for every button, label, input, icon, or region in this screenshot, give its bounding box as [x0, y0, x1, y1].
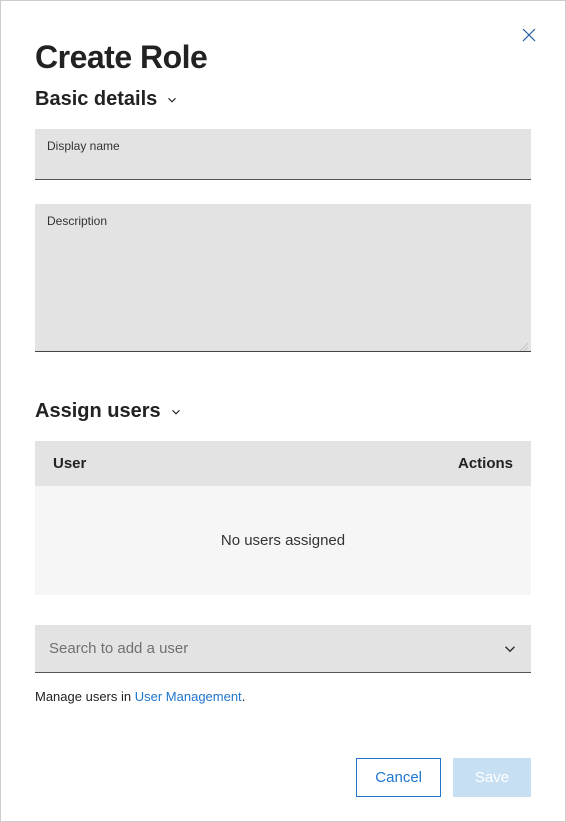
close-icon: [520, 26, 538, 44]
manage-suffix: .: [242, 689, 246, 704]
dialog-title: Create Role: [35, 39, 531, 76]
display-name-input[interactable]: [47, 153, 519, 169]
col-actions: Actions: [458, 455, 513, 472]
manage-prefix: Manage users in: [35, 689, 135, 704]
user-management-link[interactable]: User Management: [135, 689, 242, 704]
assign-users-toggle[interactable]: Assign users: [35, 400, 531, 423]
chevron-down-icon: [169, 405, 183, 419]
basic-details-heading: Basic details: [35, 88, 157, 111]
chevron-down-icon: [501, 640, 519, 658]
user-search-input[interactable]: [47, 639, 501, 658]
display-name-label: Display name: [47, 139, 519, 153]
user-search-row[interactable]: [35, 625, 531, 673]
resize-grip-icon[interactable]: [518, 338, 528, 348]
assign-users-section: Assign users User Actions No users assig…: [35, 396, 531, 704]
users-table-header: User Actions: [35, 441, 531, 486]
description-label: Description: [47, 214, 519, 228]
create-role-dialog: Create Role Basic details Display name D…: [0, 0, 566, 822]
cancel-button[interactable]: Cancel: [356, 758, 441, 797]
basic-details-toggle[interactable]: Basic details: [35, 88, 531, 111]
col-user: User: [53, 455, 86, 472]
close-button[interactable]: [515, 21, 543, 49]
chevron-down-icon: [165, 93, 179, 107]
save-button[interactable]: Save: [453, 758, 531, 797]
users-table-empty: No users assigned: [35, 486, 531, 595]
assign-users-heading: Assign users: [35, 400, 161, 423]
display-name-field[interactable]: Display name: [35, 129, 531, 180]
description-field[interactable]: Description: [35, 204, 531, 352]
description-input[interactable]: [47, 230, 519, 338]
manage-users-line: Manage users in User Management.: [35, 689, 531, 704]
dialog-footer: Cancel Save: [35, 738, 531, 797]
